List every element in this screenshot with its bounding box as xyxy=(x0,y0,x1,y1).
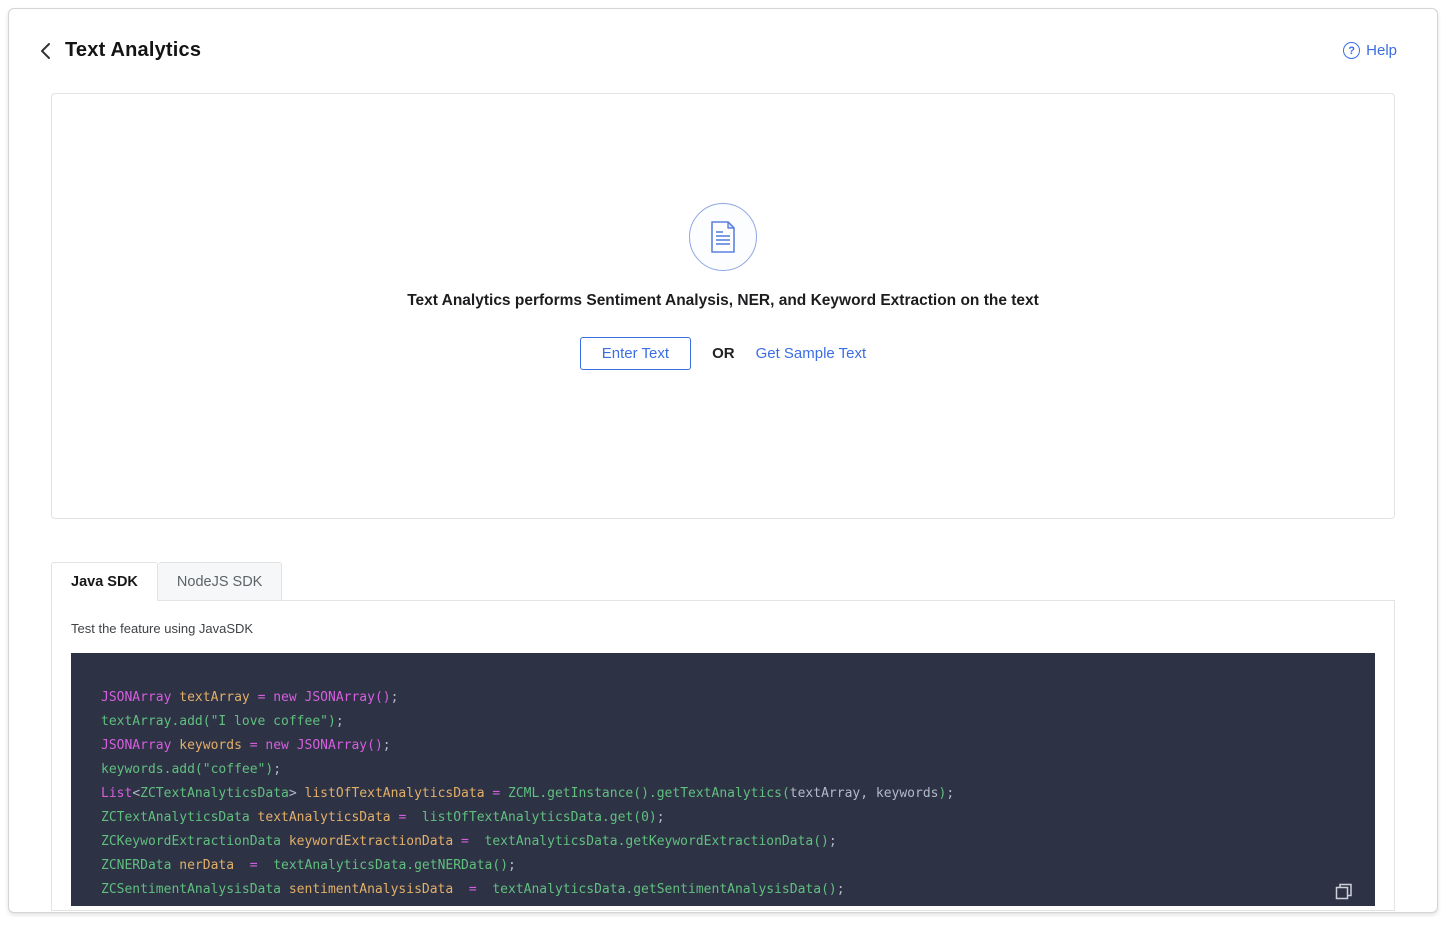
code-line: JSONArray keywords = new JSONArray(); xyxy=(101,738,391,753)
sdk-panel: Test the feature using JavaSDK JSONArray… xyxy=(51,600,1395,911)
code-block: JSONArray textArray = new JSONArray(); te… xyxy=(71,653,1375,906)
actions-row: Enter Text OR Get Sample Text xyxy=(52,337,1394,370)
code-line: List<ZCTextAnalyticsData> listOfTextAnal… xyxy=(101,786,955,801)
help-link[interactable]: ? Help xyxy=(1343,42,1397,59)
document-icon xyxy=(689,203,757,271)
code-content: JSONArray textArray = new JSONArray(); te… xyxy=(101,686,1345,902)
help-label: Help xyxy=(1366,42,1397,59)
code-line: keywords.add("coffee"); xyxy=(101,762,282,777)
back-button[interactable] xyxy=(35,41,55,61)
page-title: Text Analytics xyxy=(65,39,202,61)
header: Text Analytics ? Help xyxy=(9,9,1437,62)
sdk-hint: Test the feature using JavaSDK xyxy=(71,621,254,636)
tab-nodejs-sdk[interactable]: NodeJS SDK xyxy=(157,562,283,601)
code-line: ZCTextAnalyticsData textAnalyticsData = … xyxy=(101,810,665,825)
code-line: ZCKeywordExtractionData keywordExtractio… xyxy=(101,834,837,849)
or-label: OR xyxy=(712,345,735,362)
copy-icon[interactable] xyxy=(1335,883,1352,900)
code-line: ZCSentimentAnalysisData sentimentAnalysi… xyxy=(101,882,845,897)
sdk-tabs: Java SDK NodeJS SDK xyxy=(51,562,1395,601)
chevron-left-icon xyxy=(40,42,50,59)
enter-text-button[interactable]: Enter Text xyxy=(579,337,692,370)
text-input-card: Text Analytics performs Sentiment Analys… xyxy=(51,93,1395,519)
get-sample-text-link[interactable]: Get Sample Text xyxy=(756,345,867,362)
text-analytics-page: Text Analytics ? Help Text Analytics per… xyxy=(8,8,1438,913)
code-line: ZCNERData nerData = textAnalyticsData.ge… xyxy=(101,858,516,873)
help-icon: ? xyxy=(1343,42,1361,59)
feature-description: Text Analytics performs Sentiment Analys… xyxy=(407,292,1039,309)
code-line: textArray.add("I love coffee"); xyxy=(101,714,344,729)
tab-java-sdk[interactable]: Java SDK xyxy=(51,562,158,601)
code-line: JSONArray textArray = new JSONArray(); xyxy=(101,690,399,705)
